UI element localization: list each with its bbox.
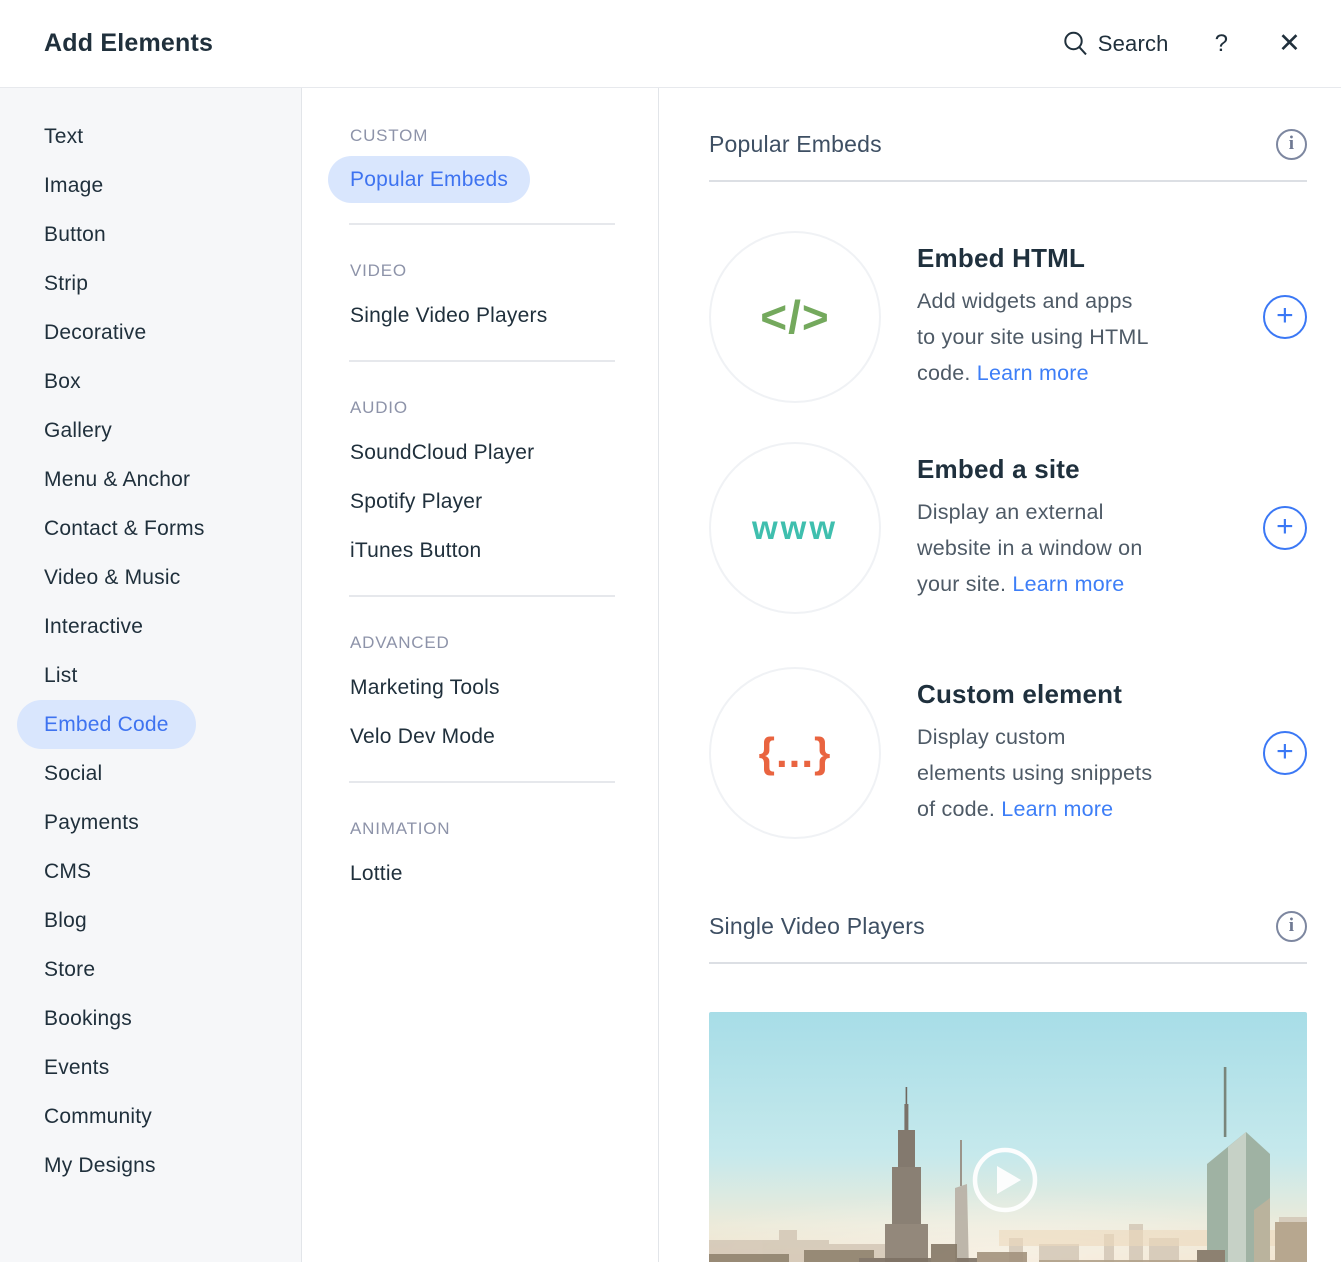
divider bbox=[349, 223, 615, 225]
section-label-animation: ANIMATION bbox=[350, 819, 658, 839]
content-area: Popular Embeds i </> Embed HTML Add widg… bbox=[659, 88, 1341, 1262]
sidebar-item-image[interactable]: Image bbox=[0, 161, 301, 210]
add-elements-panel: Add Elements Search ? ✕ Text Image Butto… bbox=[0, 0, 1341, 1262]
card-description: Display custom elements using snippets o… bbox=[917, 719, 1253, 827]
panel-title: Add Elements bbox=[44, 29, 213, 58]
divider bbox=[709, 962, 1307, 964]
card-text: Custom element Display custom elements u… bbox=[917, 679, 1253, 827]
card-text: Embed a site Display an external website… bbox=[917, 454, 1253, 602]
sidebar-item-decorative[interactable]: Decorative bbox=[0, 308, 301, 357]
section-custom: CUSTOM Popular Embeds bbox=[350, 126, 658, 225]
section-video: VIDEO Single Video Players bbox=[350, 261, 658, 362]
search-icon bbox=[1062, 30, 1089, 57]
section-audio: AUDIO SoundCloud Player Spotify Player i… bbox=[350, 398, 658, 597]
subcategory-soundcloud-player[interactable]: SoundCloud Player bbox=[350, 428, 658, 477]
info-icon[interactable]: i bbox=[1276, 911, 1307, 942]
code-icon: </> bbox=[709, 231, 881, 403]
sidebar-item-interactive[interactable]: Interactive bbox=[0, 602, 301, 651]
plus-icon: + bbox=[1276, 512, 1294, 542]
single-video-players-header: Single Video Players i bbox=[709, 910, 1307, 942]
card-title: Embed a site bbox=[917, 454, 1253, 485]
card-custom-element: {...} Custom element Display custom elem… bbox=[709, 667, 1307, 839]
sidebar-item-events[interactable]: Events bbox=[0, 1043, 301, 1092]
learn-more-link[interactable]: Learn more bbox=[1012, 572, 1124, 596]
learn-more-link[interactable]: Learn more bbox=[977, 361, 1089, 385]
sidebar-item-blog[interactable]: Blog bbox=[0, 896, 301, 945]
single-video-players-title: Single Video Players bbox=[709, 913, 925, 940]
card-description: Display an external website in a window … bbox=[917, 494, 1253, 602]
card-text: Embed HTML Add widgets and apps to your … bbox=[917, 243, 1253, 391]
divider bbox=[349, 595, 615, 597]
subcategory-single-video-players[interactable]: Single Video Players bbox=[350, 291, 658, 340]
sidebar-item-gallery[interactable]: Gallery bbox=[0, 406, 301, 455]
learn-more-link[interactable]: Learn more bbox=[1001, 797, 1113, 821]
popular-embeds-title: Popular Embeds bbox=[709, 131, 882, 158]
subcategory-marketing-tools[interactable]: Marketing Tools bbox=[350, 663, 658, 712]
sidebar-item-cms[interactable]: CMS bbox=[0, 847, 301, 896]
panel-header: Add Elements Search ? ✕ bbox=[0, 0, 1341, 88]
sidebar-item-contact-forms[interactable]: Contact & Forms bbox=[0, 504, 301, 553]
section-label-audio: AUDIO bbox=[350, 398, 658, 418]
popular-embeds-header: Popular Embeds i bbox=[709, 128, 1307, 160]
search-button[interactable]: Search bbox=[1062, 30, 1169, 57]
add-custom-element-button[interactable]: + bbox=[1263, 731, 1307, 775]
sidebar-item-button[interactable]: Button bbox=[0, 210, 301, 259]
help-button[interactable]: ? bbox=[1215, 30, 1229, 58]
section-label-custom: CUSTOM bbox=[350, 126, 658, 146]
subcategory-spotify-player[interactable]: Spotify Player bbox=[350, 477, 658, 526]
sidebar-item-strip[interactable]: Strip bbox=[0, 259, 301, 308]
header-actions: Search ? ✕ bbox=[1062, 30, 1301, 58]
section-animation: ANIMATION Lottie bbox=[350, 819, 658, 898]
card-embed-a-site: www Embed a site Display an external web… bbox=[709, 442, 1307, 614]
sidebar-item-social[interactable]: Social bbox=[0, 749, 301, 798]
subcategory-popular-embeds[interactable]: Popular Embeds bbox=[328, 156, 530, 203]
add-embed-site-button[interactable]: + bbox=[1263, 506, 1307, 550]
sidebar-categories: Text Image Button Strip Decorative Box G… bbox=[0, 88, 302, 1262]
sidebar-item-box[interactable]: Box bbox=[0, 357, 301, 406]
section-advanced: ADVANCED Marketing Tools Velo Dev Mode bbox=[350, 633, 658, 783]
close-icon[interactable]: ✕ bbox=[1278, 30, 1301, 57]
divider bbox=[349, 360, 615, 362]
sidebar-item-embed-code[interactable]: Embed Code bbox=[17, 700, 196, 749]
sidebar-item-payments[interactable]: Payments bbox=[0, 798, 301, 847]
sidebar-item-my-designs[interactable]: My Designs bbox=[0, 1141, 301, 1190]
sidebar-item-video-music[interactable]: Video & Music bbox=[0, 553, 301, 602]
section-label-advanced: ADVANCED bbox=[350, 633, 658, 653]
subcategory-velo-dev-mode[interactable]: Velo Dev Mode bbox=[350, 712, 658, 761]
video-player-thumbnail[interactable] bbox=[709, 1012, 1307, 1262]
subcategory-lottie[interactable]: Lottie bbox=[350, 849, 658, 898]
card-title: Embed HTML bbox=[917, 243, 1253, 274]
card-embed-html: </> Embed HTML Add widgets and apps to y… bbox=[709, 231, 1307, 403]
sidebar-item-text[interactable]: Text bbox=[0, 112, 301, 161]
card-description: Add widgets and apps to your site using … bbox=[917, 283, 1253, 391]
www-icon: www bbox=[709, 442, 881, 614]
custom-element-icon: {...} bbox=[709, 667, 881, 839]
sidebar-item-store[interactable]: Store bbox=[0, 945, 301, 994]
card-title: Custom element bbox=[917, 679, 1253, 710]
sidebar-item-menu-anchor[interactable]: Menu & Anchor bbox=[0, 455, 301, 504]
plus-icon: + bbox=[1276, 301, 1294, 331]
subcategory-column: CUSTOM Popular Embeds VIDEO Single Video… bbox=[302, 88, 659, 1262]
info-icon[interactable]: i bbox=[1276, 129, 1307, 160]
plus-icon: + bbox=[1276, 737, 1294, 767]
search-label: Search bbox=[1098, 31, 1169, 57]
section-label-video: VIDEO bbox=[350, 261, 658, 281]
popular-embeds-list: </> Embed HTML Add widgets and apps to y… bbox=[709, 231, 1307, 839]
divider bbox=[709, 180, 1307, 182]
sidebar-item-bookings[interactable]: Bookings bbox=[0, 994, 301, 1043]
divider bbox=[349, 781, 615, 783]
sidebar-item-community[interactable]: Community bbox=[0, 1092, 301, 1141]
add-embed-html-button[interactable]: + bbox=[1263, 295, 1307, 339]
subcategory-itunes-button[interactable]: iTunes Button bbox=[350, 526, 658, 575]
sidebar-item-list[interactable]: List bbox=[0, 651, 301, 700]
